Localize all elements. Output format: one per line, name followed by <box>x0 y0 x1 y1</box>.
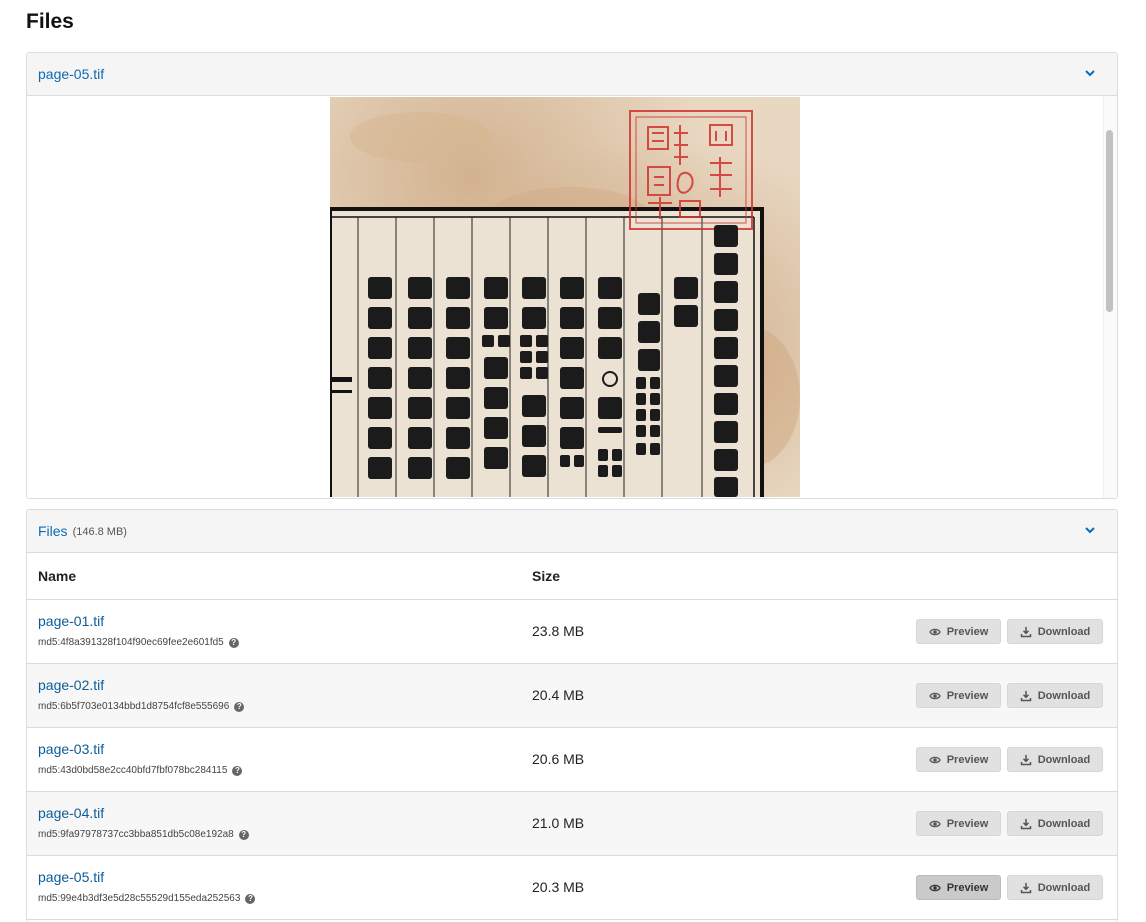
eye-icon <box>928 820 941 827</box>
chevron-down-icon[interactable] <box>1083 523 1097 537</box>
download-button[interactable]: Download <box>1007 747 1103 772</box>
eye-icon <box>928 884 941 891</box>
question-circle-icon[interactable]: ? <box>245 893 256 904</box>
download-icon <box>1020 818 1031 829</box>
preview-panel-title[interactable]: page-05.tif <box>38 66 104 82</box>
question-circle-icon[interactable]: ? <box>228 637 239 648</box>
file-name-link[interactable]: page-03.tif <box>38 741 104 757</box>
md5-text: md5:4f8a391328f104f90ec69fee2e601fd5 <box>38 637 224 648</box>
file-checksum: md5:9fa97978737cc3bba851db5c08e192a8 ? <box>38 829 249 840</box>
table-row: page-04.tif md5:9fa97978737cc3bba851db5c… <box>27 792 1117 856</box>
preview-panel-header[interactable]: page-05.tif <box>27 53 1117 96</box>
column-header-size: Size <box>532 568 561 584</box>
download-button-label: Download <box>1037 625 1091 638</box>
download-icon <box>1020 882 1031 893</box>
chevron-down-icon[interactable] <box>1083 66 1097 80</box>
preview-button[interactable]: Preview <box>916 811 1001 836</box>
download-button-label: Download <box>1037 817 1091 830</box>
preview-button-label: Preview <box>946 881 989 894</box>
preview-viewer[interactable] <box>27 96 1117 498</box>
preview-button[interactable]: Preview <box>916 619 1001 644</box>
download-button[interactable]: Download <box>1007 811 1103 836</box>
download-button[interactable]: Download <box>1007 683 1103 708</box>
file-size: 23.8 MB <box>532 623 585 639</box>
question-circle-icon[interactable]: ? <box>238 829 249 840</box>
files-table-body: page-01.tif md5:4f8a391328f104f90ec69fee… <box>27 600 1117 920</box>
md5-text: md5:9fa97978737cc3bba851db5c08e192a8 <box>38 829 234 840</box>
preview-button[interactable]: Preview <box>916 747 1001 772</box>
files-table-header: Name Size <box>27 553 1117 600</box>
download-button-label: Download <box>1037 753 1091 766</box>
preview-button-label: Preview <box>946 817 989 830</box>
file-size: 20.4 MB <box>532 687 585 703</box>
download-button-label: Download <box>1037 881 1091 894</box>
file-checksum: md5:99e4b3df3e5d28c55529d155eda252563 ? <box>38 893 256 904</box>
preview-scrollbar[interactable] <box>1103 96 1117 498</box>
file-name-link[interactable]: page-04.tif <box>38 805 104 821</box>
preview-scrollbar-thumb[interactable] <box>1106 130 1113 312</box>
eye-icon <box>928 628 941 635</box>
table-row: page-02.tif md5:6b5f703e0134bbd1d8754fcf… <box>27 664 1117 728</box>
md5-text: md5:43d0bd58e2cc40bfd7fbf078bc284115 <box>38 765 228 776</box>
download-icon <box>1020 626 1031 637</box>
file-checksum: md5:43d0bd58e2cc40bfd7fbf078bc284115 ? <box>38 765 243 776</box>
preview-button[interactable]: Preview <box>916 875 1001 900</box>
files-total-size: (146.8 MB) <box>72 526 127 538</box>
page-title: Files <box>26 10 74 33</box>
preview-button-label: Preview <box>946 625 989 638</box>
preview-button[interactable]: Preview <box>916 683 1001 708</box>
download-button[interactable]: Download <box>1007 619 1103 644</box>
file-name-link[interactable]: page-02.tif <box>38 677 104 693</box>
download-icon <box>1020 690 1031 701</box>
column-header-name: Name <box>38 568 77 584</box>
files-panel-header[interactable]: Files (146.8 MB) <box>27 510 1117 553</box>
file-size: 20.3 MB <box>532 879 585 895</box>
md5-text: md5:6b5f703e0134bbd1d8754fcf8e555696 <box>38 701 230 712</box>
file-checksum: md5:4f8a391328f104f90ec69fee2e601fd5 ? <box>38 637 239 648</box>
table-row: page-01.tif md5:4f8a391328f104f90ec69fee… <box>27 600 1117 664</box>
download-icon <box>1020 754 1031 765</box>
files-panel-title[interactable]: Files <box>38 523 68 539</box>
table-row: page-05.tif md5:99e4b3df3e5d28c55529d155… <box>27 856 1117 920</box>
files-panel: Files (146.8 MB) Name Size page-01.tif m… <box>26 509 1118 922</box>
file-size: 20.6 MB <box>532 751 585 767</box>
download-button-label: Download <box>1037 689 1091 702</box>
preview-button-label: Preview <box>946 689 989 702</box>
file-name-link[interactable]: page-05.tif <box>38 869 104 885</box>
file-checksum: md5:6b5f703e0134bbd1d8754fcf8e555696 ? <box>38 701 245 712</box>
table-row: page-03.tif md5:43d0bd58e2cc40bfd7fbf078… <box>27 728 1117 792</box>
download-button[interactable]: Download <box>1007 875 1103 900</box>
eye-icon <box>928 692 941 699</box>
md5-text: md5:99e4b3df3e5d28c55529d155eda252563 <box>38 893 241 904</box>
preview-panel: page-05.tif <box>26 52 1118 499</box>
file-name-link[interactable]: page-01.tif <box>38 613 104 629</box>
file-size: 21.0 MB <box>532 815 585 831</box>
eye-icon <box>928 756 941 763</box>
preview-button-label: Preview <box>946 753 989 766</box>
question-circle-icon[interactable]: ? <box>234 701 245 712</box>
question-circle-icon[interactable]: ? <box>232 765 243 776</box>
document-scan-image <box>330 97 800 497</box>
